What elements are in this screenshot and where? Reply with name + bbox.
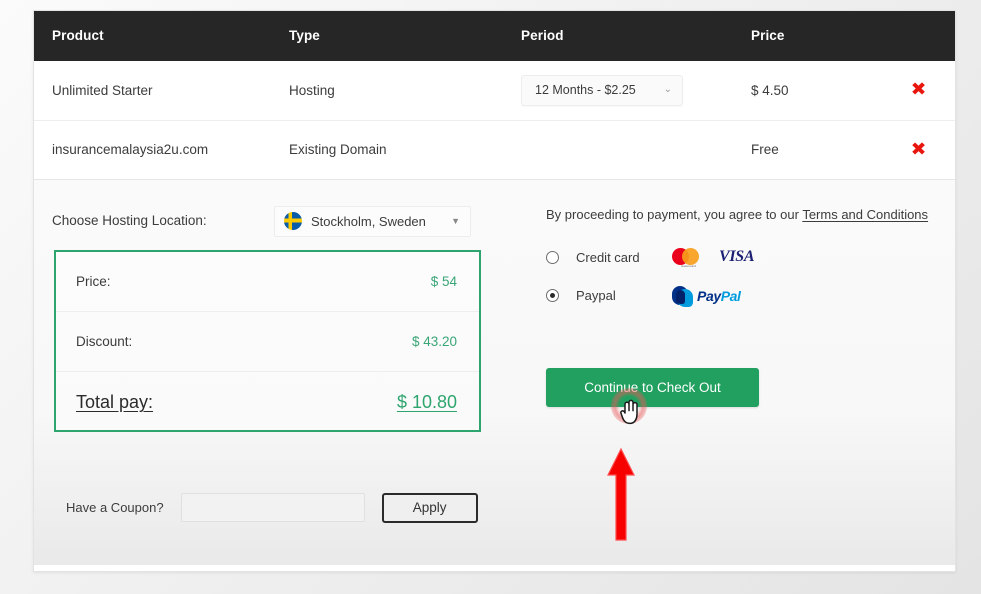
summary-row-total: Total pay: $ 10.80 bbox=[56, 372, 479, 434]
radio-credit-card[interactable] bbox=[546, 250, 559, 264]
cell-remove: ✖ bbox=[881, 120, 955, 180]
summary-value: $ 54 bbox=[430, 273, 457, 289]
chevron-down-icon: ▼ bbox=[451, 216, 460, 226]
cell-price: $ 4.50 bbox=[751, 61, 881, 121]
column-header-product: Product bbox=[34, 11, 289, 61]
period-select[interactable]: 12 Months - $2.25 ⌄ bbox=[521, 74, 683, 106]
sweden-flag-icon bbox=[284, 212, 302, 230]
continue-to-checkout-button[interactable]: Continue to Check Out bbox=[546, 367, 759, 407]
checkout-card: Product Type Period Price Unlimited Star… bbox=[33, 10, 956, 572]
summary-row-discount: Discount: $ 43.20 bbox=[56, 312, 479, 372]
cart-table-body: Unlimited Starter Hosting 12 Months - $2… bbox=[34, 61, 955, 180]
remove-item-icon[interactable]: ✖ bbox=[911, 81, 927, 99]
summary-label: Price: bbox=[76, 273, 111, 289]
cell-type: Existing Domain bbox=[289, 120, 521, 180]
payment-option-label: Paypal bbox=[576, 288, 616, 303]
hosting-location-select[interactable]: Stockholm, Sweden ▼ bbox=[274, 205, 471, 237]
column-header-remove bbox=[881, 11, 955, 61]
radio-paypal[interactable] bbox=[546, 289, 559, 302]
summary-label: Discount: bbox=[76, 333, 133, 349]
terms-notice-text: By proceeding to payment, you agree to o… bbox=[546, 206, 803, 222]
mastercard-caption: mastercard bbox=[681, 264, 696, 268]
apply-coupon-button[interactable]: Apply bbox=[381, 492, 478, 523]
checkout-lower-panel: Choose Hosting Location: Stockholm, Swed… bbox=[34, 179, 955, 565]
cell-type: Hosting bbox=[289, 61, 521, 121]
coupon-label: Have a Coupon? bbox=[66, 500, 164, 515]
coupon-input[interactable] bbox=[180, 493, 365, 522]
total-pay-label: Total pay: bbox=[76, 392, 154, 412]
cell-price: Free bbox=[751, 120, 881, 180]
payment-option-credit-card[interactable]: Credit card mastercard VISA bbox=[546, 247, 755, 268]
cart-table-header: Product Type Period Price bbox=[34, 11, 955, 61]
chevron-down-icon: ⌄ bbox=[663, 84, 672, 96]
paypal-icon: PayPal bbox=[672, 285, 741, 307]
payment-option-label: Credit card bbox=[576, 249, 640, 265]
payment-option-paypal[interactable]: Paypal PayPal bbox=[546, 285, 741, 307]
payment-column: By proceeding to payment, you agree to o… bbox=[512, 180, 955, 565]
total-pay-value: $ 10.80 bbox=[396, 392, 457, 412]
cell-period: 12 Months - $2.25 ⌄ bbox=[521, 61, 751, 121]
visa-icon: VISA bbox=[719, 248, 755, 265]
hosting-location-value: Stockholm, Sweden bbox=[311, 213, 426, 229]
cart-table: Product Type Period Price Unlimited Star… bbox=[34, 11, 955, 180]
table-row: insurancemalaysia2u.com Existing Domain … bbox=[34, 120, 955, 180]
column-header-price: Price bbox=[751, 11, 881, 61]
paypal-wordmark: PayPal bbox=[697, 287, 741, 304]
summary-value: $ 43.20 bbox=[411, 333, 457, 349]
remove-item-icon[interactable]: ✖ bbox=[911, 140, 927, 159]
period-select-value: 12 Months - $2.25 bbox=[535, 83, 636, 98]
column-header-period: Period bbox=[521, 11, 751, 61]
hosting-location-label: Choose Hosting Location: bbox=[52, 212, 207, 228]
summary-row-price: Price: $ 54 bbox=[56, 252, 479, 312]
coupon-row: Have a Coupon? Apply bbox=[66, 492, 478, 523]
cell-product: insurancemalaysia2u.com bbox=[34, 120, 289, 180]
table-row: Unlimited Starter Hosting 12 Months - $2… bbox=[34, 61, 955, 121]
terms-and-conditions-link[interactable]: Terms and Conditions bbox=[802, 207, 928, 222]
cell-period bbox=[521, 120, 751, 180]
terms-notice: By proceeding to payment, you agree to o… bbox=[546, 207, 928, 222]
table-header-row: Product Type Period Price bbox=[34, 11, 955, 61]
column-header-type: Type bbox=[289, 11, 521, 61]
price-summary-box: Price: $ 54 Discount: $ 43.20 Total pay:… bbox=[54, 249, 481, 434]
hosting-location-row: Choose Hosting Location: Stockholm, Swed… bbox=[52, 205, 492, 237]
cell-remove: ✖ bbox=[881, 61, 955, 121]
cell-product: Unlimited Starter bbox=[34, 61, 289, 121]
mastercard-icon: mastercard bbox=[672, 247, 705, 268]
paypal-mark-icon bbox=[672, 285, 693, 307]
